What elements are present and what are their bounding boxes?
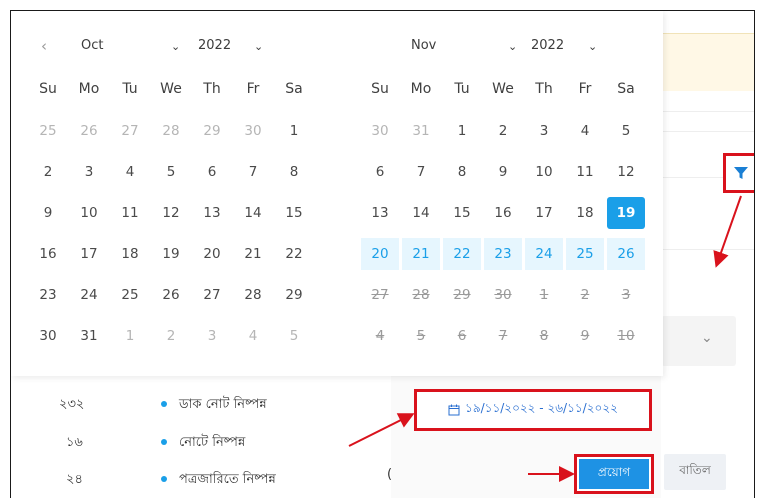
screenshot-frame: ⌄ ‹ Oct ⌄ 2022 ⌄ Nov ⌄ 2022 ⌄ Su Mo Tu We Th… (10, 10, 755, 498)
annotation-arrows (348, 195, 742, 482)
annotation-arrow (713, 195, 742, 268)
annotation-arrow (348, 413, 415, 447)
